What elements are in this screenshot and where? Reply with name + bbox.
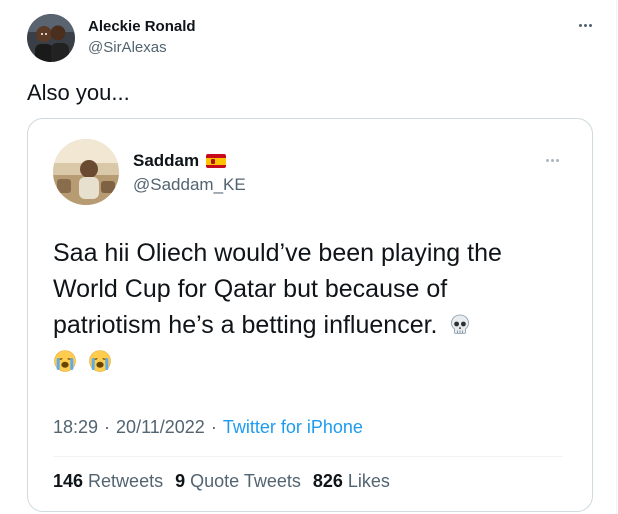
likes-stat[interactable]: 826 Likes: [313, 471, 390, 492]
quoted-text-line: patriotism he’s a betting influencer.: [53, 307, 563, 343]
separator: ·: [210, 417, 217, 437]
divider: [53, 456, 563, 457]
quote-tweets-stat[interactable]: 9 Quote Tweets: [175, 471, 301, 492]
tweet-stats: 146 Retweets 9 Quote Tweets 826 Likes: [53, 471, 402, 492]
tweet-metadata: 18:29 · 20/11/2022 · Twitter for iPhone: [53, 417, 363, 438]
tweet-text: Also you...: [27, 80, 130, 105]
more-horizontal-icon[interactable]: [574, 18, 596, 32]
separator: ·: [104, 417, 111, 437]
author-name[interactable]: Aleckie Ronald: [88, 18, 196, 35]
quoted-author-name[interactable]: Saddam: [133, 151, 199, 171]
retweets-count: 146: [53, 471, 84, 491]
tweet-time[interactable]: 18:29: [53, 417, 98, 438]
spain-flag-icon: [206, 154, 227, 168]
retweets-stat[interactable]: 146 Retweets: [53, 471, 163, 492]
quoted-avatar[interactable]: [53, 139, 119, 205]
emoji-row: [53, 343, 563, 379]
avatar[interactable]: [27, 14, 75, 62]
retweets-label: Retweets: [88, 471, 164, 491]
quoted-tweet-card[interactable]: Saddam @Saddam_KE Saa hii Oliech would’v…: [27, 118, 593, 512]
tweet-source-link[interactable]: Twitter for iPhone: [223, 417, 363, 438]
quoted-author-handle[interactable]: @Saddam_KE: [133, 175, 246, 195]
tweet-container: Aleckie Ronald @SirAlexas Also you... Sa…: [0, 0, 617, 514]
quotes-count: 9: [175, 471, 186, 491]
quoted-author-row[interactable]: Saddam: [133, 151, 227, 171]
skull-emoji-icon: [451, 314, 470, 334]
likes-label: Likes: [347, 471, 390, 491]
quoted-text-line: Saa hii Oliech would’ve been playing the: [53, 239, 502, 267]
quoted-text-line: World Cup for Qatar but because of: [53, 275, 448, 303]
author-handle[interactable]: @SirAlexas: [88, 39, 167, 56]
loudly-crying-face-icon: [89, 350, 111, 372]
quotes-label: Quote Tweets: [190, 471, 301, 491]
quoted-more-horizontal-icon: [541, 155, 563, 165]
loudly-crying-face-icon: [54, 350, 76, 372]
tweet-date[interactable]: 20/11/2022: [116, 417, 205, 438]
quoted-tweet-text: Saa hii Oliech would’ve been playing the…: [53, 235, 563, 379]
likes-count: 826: [312, 471, 343, 491]
